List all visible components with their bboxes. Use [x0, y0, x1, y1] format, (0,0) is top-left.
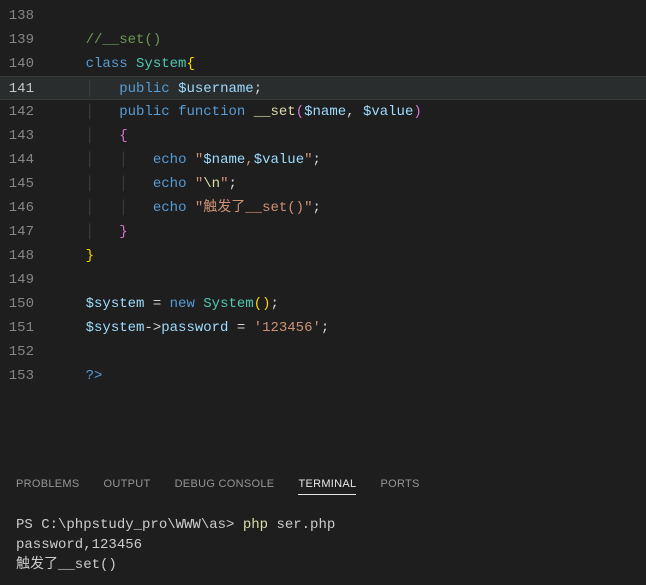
code-content[interactable]: │ │ echo "$name,$value"; — [52, 148, 646, 172]
editor-empty-space — [0, 388, 646, 468]
line-number: 150 — [0, 292, 52, 316]
code-content[interactable]: } — [52, 244, 646, 268]
tab-ports[interactable]: PORTS — [380, 478, 419, 495]
line-number: 145 — [0, 172, 52, 196]
code-content[interactable]: │ { — [52, 124, 646, 148]
code-content[interactable]: $system = new System(); — [52, 292, 646, 316]
code-line[interactable]: 140 class System{ — [0, 52, 646, 76]
line-number: 152 — [0, 340, 52, 364]
code-line[interactable]: 146 │ │ echo "触发了__set()"; — [0, 196, 646, 220]
line-number: 151 — [0, 316, 52, 340]
line-number: 153 — [0, 364, 52, 388]
code-content[interactable]: │ │ echo "触发了__set()"; — [52, 196, 646, 220]
terminal-output-line: password,123456 — [16, 537, 142, 553]
code-line[interactable]: 141 │ public $username; — [0, 76, 646, 100]
line-number: 144 — [0, 148, 52, 172]
tab-output[interactable]: OUTPUT — [104, 478, 151, 495]
terminal-output-line: 触发了__set() — [16, 557, 117, 573]
code-content[interactable] — [52, 340, 646, 364]
code-content[interactable]: ?> — [52, 364, 646, 388]
code-line[interactable]: 147 │ } — [0, 220, 646, 244]
tab-terminal[interactable]: TERMINAL — [298, 478, 356, 495]
terminal-prompt: PS C:\phpstudy_pro\WWW\as> — [16, 517, 243, 533]
code-line[interactable]: 143 │ { — [0, 124, 646, 148]
code-content[interactable]: //__set() — [52, 28, 646, 52]
code-content[interactable] — [52, 4, 646, 28]
terminal-arg: ser.php — [276, 517, 335, 533]
code-content[interactable]: class System{ — [52, 52, 646, 76]
line-number: 140 — [0, 52, 52, 76]
code-content[interactable]: $system->password = '123456'; — [52, 316, 646, 340]
code-line[interactable]: 148 } — [0, 244, 646, 268]
line-number: 149 — [0, 268, 52, 292]
code-line[interactable]: 139 //__set() — [0, 28, 646, 52]
code-line[interactable]: 151 $system->password = '123456'; — [0, 316, 646, 340]
terminal-command: php — [243, 517, 277, 533]
code-content[interactable]: │ } — [52, 220, 646, 244]
tab-debug-console[interactable]: DEBUG CONSOLE — [175, 478, 275, 495]
code-line[interactable]: 150 $system = new System(); — [0, 292, 646, 316]
code-editor[interactable]: 138 139 //__set()140 class System{141 │ … — [0, 0, 646, 388]
code-content[interactable]: │ public function __set($name, $value) — [52, 100, 646, 124]
tab-problems[interactable]: PROBLEMS — [16, 478, 80, 495]
code-line[interactable]: 152 — [0, 340, 646, 364]
code-line[interactable]: 138 — [0, 4, 646, 28]
terminal-panel[interactable]: PS C:\phpstudy_pro\WWW\as> php ser.php p… — [0, 501, 646, 585]
code-line[interactable]: 153 ?> — [0, 364, 646, 388]
line-number: 138 — [0, 4, 52, 28]
code-line[interactable]: 145 │ │ echo "\n"; — [0, 172, 646, 196]
code-line[interactable]: 149 — [0, 268, 646, 292]
code-content[interactable]: │ │ echo "\n"; — [52, 172, 646, 196]
line-number: 143 — [0, 124, 52, 148]
line-number: 146 — [0, 196, 52, 220]
code-line[interactable]: 144 │ │ echo "$name,$value"; — [0, 148, 646, 172]
line-number: 148 — [0, 244, 52, 268]
code-content[interactable]: │ public $username; — [52, 77, 646, 99]
line-number: 142 — [0, 100, 52, 124]
code-line[interactable]: 142 │ public function __set($name, $valu… — [0, 100, 646, 124]
code-content[interactable] — [52, 268, 646, 292]
line-number: 147 — [0, 220, 52, 244]
line-number: 139 — [0, 28, 52, 52]
line-number: 141 — [0, 77, 52, 99]
panel-tab-bar: PROBLEMS OUTPUT DEBUG CONSOLE TERMINAL P… — [0, 468, 646, 501]
